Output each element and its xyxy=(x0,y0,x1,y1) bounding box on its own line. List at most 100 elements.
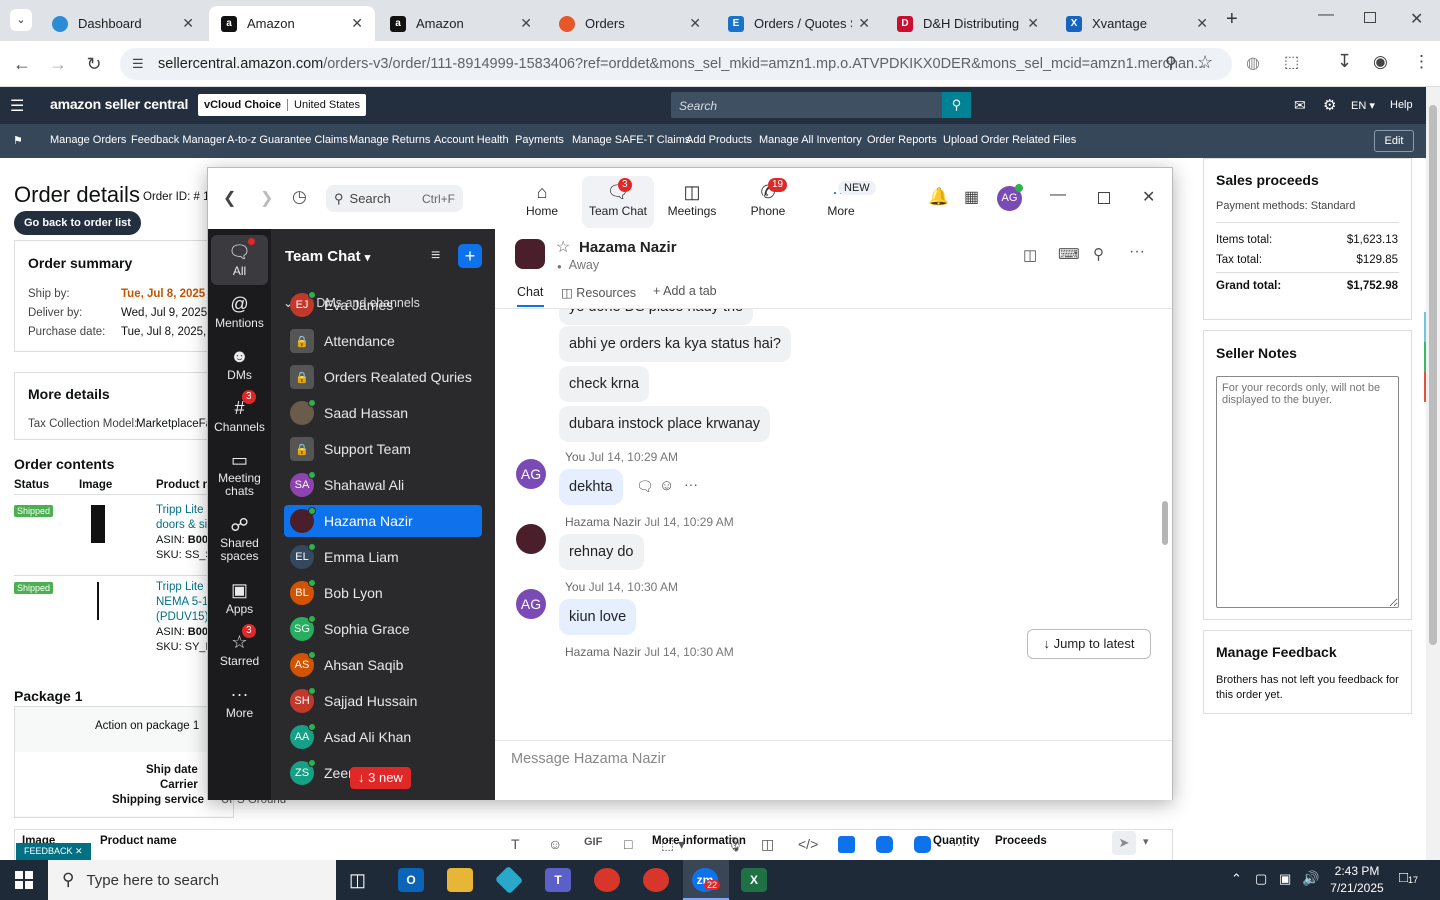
channel-item[interactable]: SH Sajjad Hussain xyxy=(284,685,482,717)
scroll-thumb[interactable] xyxy=(1429,105,1437,645)
feedback-tab[interactable]: FEEDBACK ✕ xyxy=(16,843,91,860)
channel-item[interactable]: EL Emma Liam xyxy=(284,541,482,573)
close-tab-icon[interactable]: ✕ xyxy=(520,15,532,32)
notifications-bell-icon[interactable]: 🔔 xyxy=(928,187,949,207)
rail-apps[interactable]: ▣ Apps xyxy=(211,578,268,616)
outlook-icon[interactable]: O xyxy=(398,868,424,892)
app-one-icon[interactable] xyxy=(838,836,855,853)
zoom-back-icon[interactable]: ❮ xyxy=(223,188,236,208)
bookmark-flag-icon[interactable]: ⚑ xyxy=(13,134,23,147)
reload-icon[interactable]: ↻ xyxy=(83,53,105,75)
browser-tab-dh[interactable]: D D&H Distributing ✕ xyxy=(885,6,1051,41)
volume-icon[interactable]: 🔊 xyxy=(1302,870,1319,887)
message-scroll-area[interactable]: ye done DS place hady the abhi ye orders… xyxy=(495,309,1172,740)
excel-icon[interactable]: X xyxy=(741,868,767,892)
zoom-forward-icon[interactable]: ❯ xyxy=(260,188,273,208)
message-composer[interactable]: Message Hazama Nazir xyxy=(511,751,1151,811)
send-options-chevron-icon[interactable]: ▾ xyxy=(1143,835,1149,848)
nav-payments[interactable]: Payments xyxy=(515,134,564,146)
chrome-profile-icon[interactable] xyxy=(643,868,669,892)
network-icon[interactable]: ▣ xyxy=(1279,871,1291,887)
channel-item[interactable]: 🔒 Orders Realated Quries xyxy=(284,361,482,393)
mail-icon[interactable]: ✉ xyxy=(1294,97,1306,114)
screen-share-icon[interactable]: ⌨ xyxy=(1058,245,1080,263)
video-call-icon[interactable]: ◫ xyxy=(1023,246,1037,264)
chat-search-icon[interactable]: ⚲ xyxy=(1093,245,1104,263)
windows-start-icon[interactable] xyxy=(15,871,33,889)
rail-channels[interactable]: # Channels xyxy=(211,396,268,434)
product-link[interactable]: Tripp Lite 4 xyxy=(156,504,213,516)
calendar-icon[interactable]: ▦ xyxy=(964,187,979,207)
browser-tab-amazon[interactable]: a Amazon ✕ xyxy=(378,6,544,41)
more-tools-icon[interactable]: ··· xyxy=(952,836,966,852)
nav-upload-files[interactable]: Upload Order Related Files xyxy=(943,134,1076,146)
microphone-icon[interactable]: 🎙 xyxy=(726,836,744,853)
seller-search-button[interactable]: ⚲ xyxy=(942,92,971,118)
translate-icon[interactable]: ◍ xyxy=(1246,53,1260,73)
browser-menu-icon[interactable]: ⋮ xyxy=(1413,52,1430,72)
minimize-icon[interactable]: — xyxy=(1050,186,1066,204)
bookmark-star-icon[interactable]: ☆ xyxy=(1197,52,1213,73)
nav-add-products[interactable]: Add Products xyxy=(686,134,752,146)
seller-search-input[interactable]: Search xyxy=(671,92,943,118)
help-link[interactable]: Help xyxy=(1390,99,1413,111)
contact-name[interactable]: Hazama Nazir xyxy=(579,239,677,256)
nav-atoz-claims[interactable]: A-to-z Guarantee Claims xyxy=(227,134,348,146)
rail-starred[interactable]: ☆ Starred xyxy=(211,630,268,668)
language-selector[interactable]: EN ▾ xyxy=(1351,99,1375,112)
notification-center-icon[interactable]: □ 17 xyxy=(1399,869,1421,889)
seller-central-logo[interactable]: amazon seller central xyxy=(50,96,188,112)
browser-tab-quotes[interactable]: E Orders / Quotes S ✕ xyxy=(716,6,882,41)
seller-notes-textarea[interactable] xyxy=(1216,376,1399,608)
channel-item[interactable]: AA Asad Ali Khan xyxy=(284,721,482,753)
nav-safet-claims[interactable]: Manage SAFE-T Claims xyxy=(572,134,690,146)
restore-window-icon[interactable] xyxy=(1364,12,1376,23)
rail-more[interactable]: ··· More xyxy=(211,682,268,720)
gif-icon[interactable]: GIF xyxy=(584,836,602,848)
rail-meeting-chats[interactable]: ▭ Meeting chats xyxy=(211,448,268,498)
page-scrollbar[interactable] xyxy=(1426,87,1440,860)
channel-item[interactable]: 🔒 Attendance xyxy=(284,325,482,357)
new-tab-icon[interactable]: + xyxy=(1226,8,1238,31)
favorite-star-icon[interactable]: ☆ xyxy=(556,237,570,257)
screenshot-icon[interactable]: ⬚ ▾ xyxy=(661,836,685,853)
settings-gear-icon[interactable]: ⚙ xyxy=(1323,96,1336,114)
edit-nav-button[interactable]: Edit xyxy=(1374,130,1414,152)
tab-search-icon[interactable]: ⌄ xyxy=(10,9,32,31)
close-tab-icon[interactable]: ✕ xyxy=(858,15,870,32)
message-more-icon[interactable]: ··· xyxy=(684,476,698,492)
app-two-icon[interactable] xyxy=(876,836,893,853)
emoji-icon[interactable]: ☺ xyxy=(548,836,562,852)
close-icon[interactable]: ✕ xyxy=(1142,187,1155,207)
browser-tab-dashboard[interactable]: Dashboard ✕ xyxy=(40,6,206,41)
rail-all[interactable]: 🗨 All xyxy=(211,235,268,285)
back-icon[interactable]: ← xyxy=(11,53,33,75)
close-tab-icon[interactable]: ✕ xyxy=(351,15,363,32)
avatar[interactable]: AG xyxy=(516,589,546,619)
close-window-icon[interactable]: ✕ xyxy=(1410,9,1423,29)
taskbar-search-box[interactable]: ⚲ Type here to search xyxy=(48,860,336,900)
teams-icon[interactable]: T xyxy=(545,868,571,892)
format-text-icon[interactable]: T xyxy=(511,836,520,852)
chat-more-icon[interactable]: ··· xyxy=(1129,243,1145,261)
close-tab-icon[interactable]: ✕ xyxy=(1027,15,1039,32)
hamburger-icon[interactable]: ☰ xyxy=(10,96,24,116)
channel-item[interactable]: BL Bob Lyon xyxy=(284,577,482,609)
video-message-icon[interactable]: ◫ xyxy=(761,836,774,853)
minimize-window-icon[interactable]: — xyxy=(1318,6,1334,24)
profile-icon[interactable]: ◉ xyxy=(1373,52,1388,72)
browser-tab-xvantage[interactable]: X Xvantage ✕ xyxy=(1054,6,1220,41)
channel-item[interactable]: AS Ahsan Saqib xyxy=(284,649,482,681)
forward-icon[interactable]: → xyxy=(47,53,69,75)
close-tab-icon[interactable]: ✕ xyxy=(689,15,701,32)
nav-manage-returns[interactable]: Manage Returns xyxy=(349,134,430,146)
zoom-lens-icon[interactable]: ⚲ xyxy=(1165,53,1177,73)
send-button[interactable]: ➤ xyxy=(1112,831,1136,855)
download-icon[interactable]: ↧ xyxy=(1337,51,1352,72)
nav-account-health[interactable]: Account Health xyxy=(434,134,509,146)
browser-tab-amazon-active[interactable]: a Amazon ✕ xyxy=(209,6,375,41)
nav-manage-inventory[interactable]: Manage All Inventory xyxy=(759,134,862,146)
channel-item[interactable]: SG Sophia Grace xyxy=(284,613,482,645)
nav-manage-orders[interactable]: Manage Orders xyxy=(50,134,126,146)
jump-to-latest-button[interactable]: ↓ Jump to latest xyxy=(1027,629,1151,659)
